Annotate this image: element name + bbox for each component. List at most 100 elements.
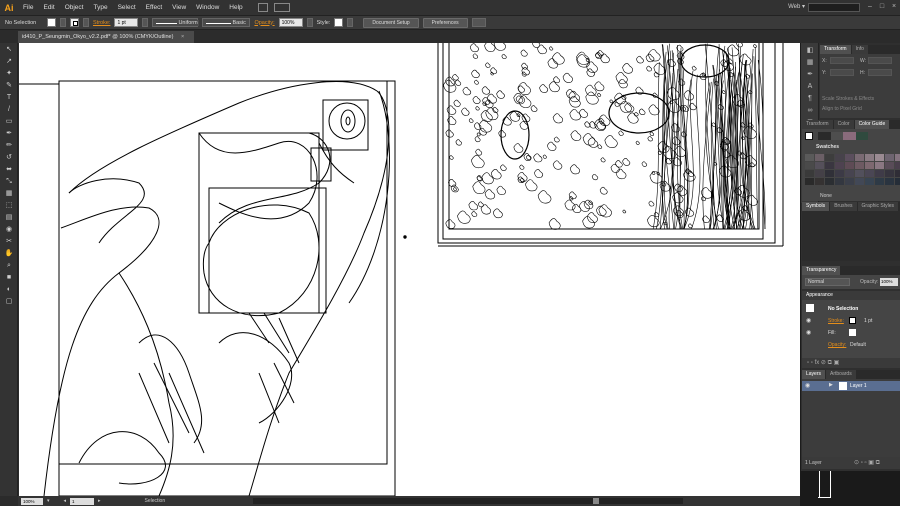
swatch-7[interactable] — [875, 154, 884, 161]
appearance-footer-icons[interactable]: ▫ ▫ fx ⊘ ⧉ ▣ — [802, 358, 900, 368]
appearance-opacity-label[interactable]: Opacity: — [828, 342, 846, 348]
opacity-input[interactable]: 100% — [278, 18, 303, 27]
swatch-9[interactable] — [895, 154, 900, 161]
rotate-tool-icon[interactable]: ↺ — [4, 154, 14, 162]
shape-builder-tool-icon[interactable]: ▦ — [4, 190, 14, 198]
paintbrush-tool-icon[interactable]: ✒ — [4, 130, 14, 138]
swatch-24[interactable] — [845, 170, 854, 177]
document-setup-button[interactable]: Document Setup — [363, 17, 419, 28]
appearance-stroke-label[interactable]: Stroke: — [828, 318, 844, 324]
direct-selection-tool-icon[interactable]: ↗ — [4, 58, 14, 66]
zoom-tool-icon[interactable]: ⌕ — [4, 262, 14, 270]
swatch-25[interactable] — [855, 170, 864, 177]
swatch-19[interactable] — [895, 162, 900, 169]
swatch-37[interactable] — [875, 178, 884, 185]
prev-artboard-icon[interactable]: ◂ — [64, 498, 67, 504]
eyedropper-tool-icon[interactable]: ◉ — [4, 226, 14, 234]
swatch-28[interactable] — [885, 170, 894, 177]
go-to-bridge-button[interactable] — [257, 3, 268, 12]
swatch-20[interactable] — [805, 170, 814, 177]
scissors-tool-icon[interactable]: ✂ — [4, 238, 14, 246]
swatch-33[interactable] — [835, 178, 844, 185]
horizontal-scrollbar[interactable] — [253, 498, 683, 504]
swatch-18[interactable] — [885, 162, 894, 169]
workspace-switcher[interactable]: Web ▾ — [788, 3, 805, 10]
menu-view[interactable]: View — [167, 4, 191, 11]
layers-footer-icons[interactable]: ⊙ ▫ ▫ ▣ ⧉ — [854, 459, 880, 467]
arrange-documents-button[interactable] — [273, 3, 290, 12]
stroke-label[interactable]: Stroke: — [93, 20, 110, 26]
tab-graphic-styles[interactable]: Graphic Styles — [857, 202, 899, 211]
swatch-36[interactable] — [865, 178, 874, 185]
layer-name[interactable]: Layer 1 — [850, 383, 867, 389]
swatch-26[interactable] — [865, 170, 874, 177]
tab-appearance[interactable]: Appearance — [802, 291, 837, 300]
stroke-weight-dropdown[interactable] — [142, 18, 149, 27]
artboard-canvas[interactable] — [19, 43, 800, 496]
swatch-27[interactable] — [875, 170, 884, 177]
swatch-31[interactable] — [815, 178, 824, 185]
swatch-0[interactable] — [805, 154, 814, 161]
minimize-button[interactable]: – — [866, 3, 874, 11]
stroke-weight-input[interactable]: 1 pt — [114, 18, 139, 27]
swatch-22[interactable] — [825, 170, 834, 177]
links-panel-icon[interactable]: ∞ — [805, 107, 815, 115]
menu-object[interactable]: Object — [60, 4, 89, 11]
next-artboard-icon[interactable]: ▸ — [98, 498, 101, 504]
opacity-label[interactable]: Opacity: — [254, 20, 274, 26]
swatch-3[interactable] — [835, 154, 844, 161]
menu-select[interactable]: Select — [113, 4, 141, 11]
fill-swatch[interactable] — [47, 18, 56, 27]
brushes-panel-icon[interactable]: ✒ — [805, 71, 815, 79]
tab-transform[interactable]: Transform — [820, 45, 851, 54]
graphic-style-swatch[interactable] — [334, 18, 344, 27]
scale-strokes-checkbox[interactable]: Scale Strokes & Effects — [822, 96, 874, 102]
tab-info[interactable]: Info — [851, 45, 868, 54]
zoom-dropdown-icon[interactable]: ▾ — [47, 498, 50, 504]
h-field[interactable] — [868, 69, 892, 76]
swatch-34[interactable] — [845, 178, 854, 185]
menu-effect[interactable]: Effect — [141, 4, 168, 11]
zoom-level[interactable]: 100% — [21, 497, 43, 505]
rectangle-tool-icon[interactable]: ▭ — [4, 118, 14, 126]
menu-file[interactable]: File — [18, 4, 38, 11]
swatch-29[interactable] — [895, 170, 900, 177]
swatches-panel-icon[interactable]: ▦ — [805, 59, 815, 67]
swatch-30[interactable] — [805, 178, 814, 185]
swatch-6[interactable] — [865, 154, 874, 161]
tab-layers[interactable]: Layers — [802, 370, 826, 379]
blend-mode-select[interactable]: Normal — [805, 278, 850, 286]
swatch-15[interactable] — [855, 162, 864, 169]
align-pixel-grid-checkbox[interactable]: Align to Pixel Grid — [822, 106, 862, 112]
appearance-fill-label[interactable]: Fill: — [828, 330, 836, 336]
x-field[interactable] — [830, 57, 854, 64]
swatch-23[interactable] — [835, 170, 844, 177]
scroll-thumb[interactable] — [593, 498, 599, 504]
artboard-number[interactable]: 1 — [70, 497, 95, 505]
swatch-4[interactable] — [845, 154, 854, 161]
base-color-swatch[interactable] — [805, 132, 813, 140]
pencil-tool-icon[interactable]: ✏ — [4, 142, 14, 150]
fill-visibility-icon[interactable]: ◉ — [806, 329, 811, 336]
swatch-17[interactable] — [875, 162, 884, 169]
stroke-dropdown[interactable] — [83, 18, 89, 27]
stroke-visibility-icon[interactable]: ◉ — [806, 317, 811, 324]
tab-transparency[interactable]: Transparency — [802, 266, 841, 275]
opacity-dropdown[interactable] — [306, 18, 313, 27]
layer-row[interactable]: ◉ ▶ Layer 1 — [802, 381, 900, 391]
layer-expand-icon[interactable]: ▶ — [829, 382, 833, 388]
perspective-grid-tool-icon[interactable]: ⬚ — [4, 202, 14, 210]
free-transform-tool-icon[interactable]: ⤡ — [4, 178, 14, 186]
stroke-swatch[interactable] — [70, 18, 79, 27]
preferences-button[interactable]: Preferences — [422, 17, 468, 28]
swatch-16[interactable] — [865, 162, 874, 169]
swatch-10[interactable] — [805, 162, 814, 169]
color-panel-icon[interactable]: ◧ — [805, 47, 815, 55]
document-tab[interactable]: id410_P_Seungmin_Okyo_v2.2.pdf* @ 100% (… — [18, 31, 195, 43]
selection-tool-icon[interactable]: ↖ — [4, 46, 14, 54]
close-window-button[interactable]: × — [890, 3, 898, 11]
graphic-style-dropdown[interactable] — [347, 18, 354, 27]
menu-help[interactable]: Help — [224, 4, 247, 11]
layer-visibility-icon[interactable]: ◉ — [805, 382, 810, 389]
swatch-32[interactable] — [825, 178, 834, 185]
